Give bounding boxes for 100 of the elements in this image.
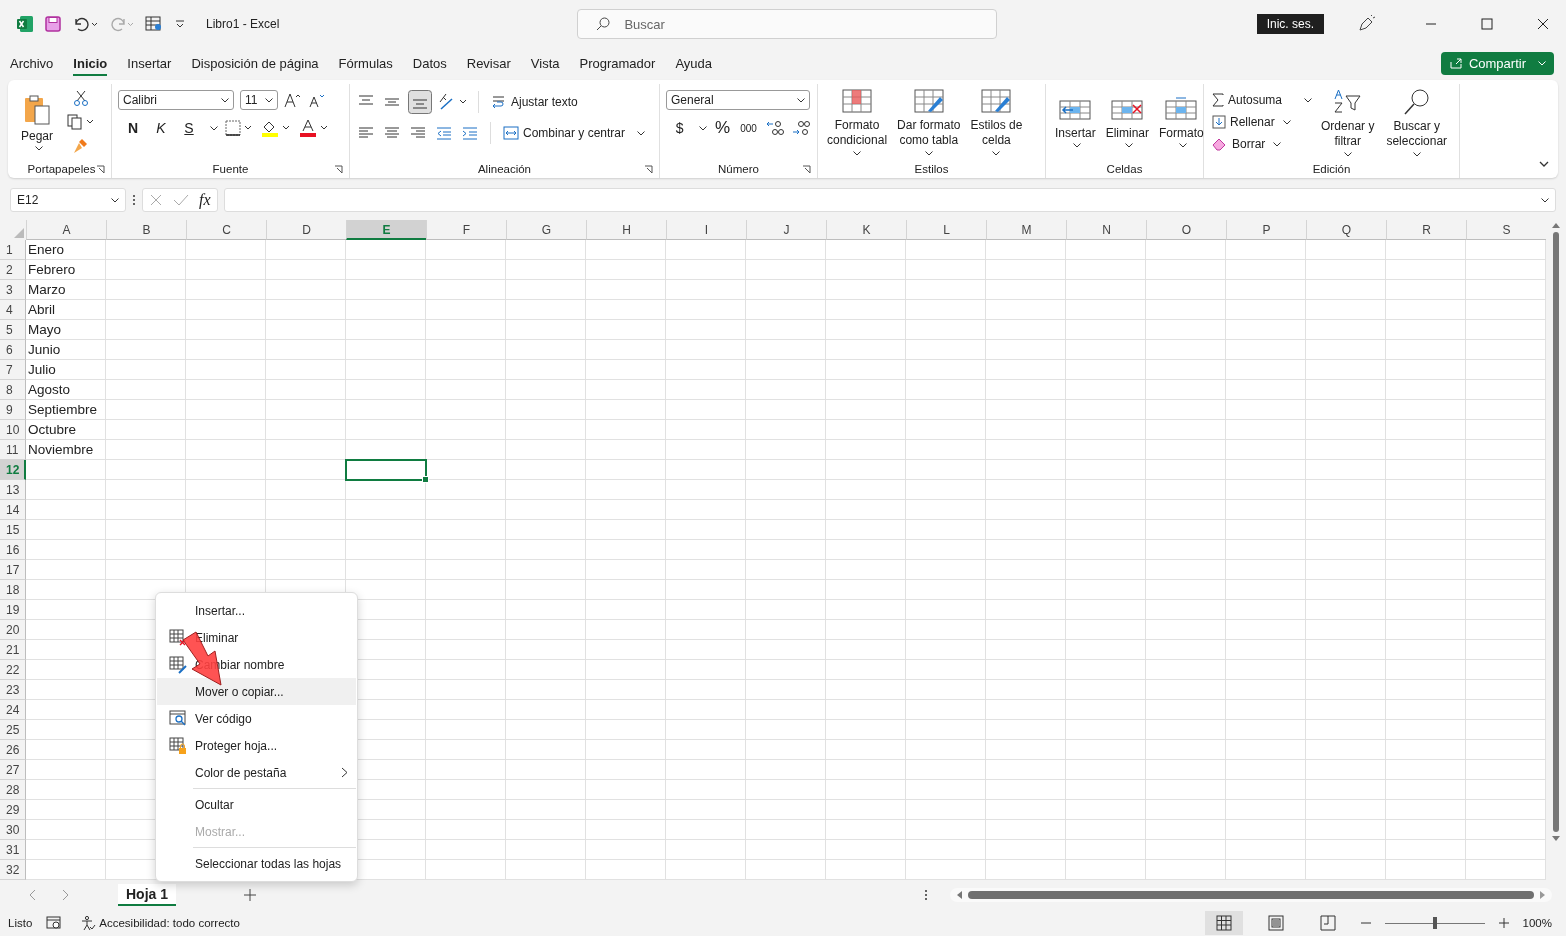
scrollbar-thumb[interactable] [968, 891, 1534, 899]
caret-icon[interactable] [992, 150, 1001, 156]
row-header[interactable]: 29 [0, 800, 26, 820]
align-bottom-icon[interactable] [408, 90, 432, 114]
menu-item[interactable]: Ver código [157, 705, 356, 732]
cells-button[interactable]: Insertar [1052, 94, 1099, 150]
italic-button[interactable]: K [150, 120, 172, 136]
ribbon-tab[interactable]: Vista [520, 51, 570, 75]
zoom-in-icon[interactable] [1498, 918, 1509, 928]
column-header[interactable]: O [1146, 220, 1226, 240]
orientation-icon[interactable] [438, 92, 468, 112]
ribbon-tab[interactable]: Inicio [63, 51, 118, 75]
caret-icon[interactable] [1179, 142, 1188, 148]
ribbon-tab[interactable]: Programador [569, 51, 666, 75]
row-header[interactable]: 26 [0, 740, 26, 760]
caret-icon[interactable] [1541, 197, 1549, 203]
more-options-icon[interactable] [132, 194, 136, 206]
ribbon-tab[interactable]: Revisar [456, 51, 521, 75]
caret-icon[interactable] [1073, 142, 1082, 148]
ribbon-tab[interactable]: Disposición de página [181, 51, 329, 75]
row-header[interactable]: 10 [0, 420, 26, 440]
caret-icon[interactable] [111, 197, 119, 203]
sign-in-button[interactable]: Inic. ses. [1256, 14, 1324, 34]
column-header[interactable]: K [826, 220, 906, 240]
bold-button[interactable]: N [122, 120, 144, 136]
column-header[interactable]: I [666, 220, 746, 240]
row-header[interactable]: 6 [0, 340, 26, 360]
sort-filter-button[interactable]: Ordenar y filtrar [1318, 85, 1378, 159]
row-header[interactable]: 19 [0, 600, 26, 620]
row-header[interactable]: 20 [0, 620, 26, 640]
cells-button[interactable]: Formato [1156, 94, 1207, 150]
font-family-dropdown[interactable]: Calibri [118, 90, 234, 110]
form-icon[interactable] [144, 15, 164, 33]
caret-icon[interactable] [210, 125, 218, 131]
column-header[interactable]: G [506, 220, 586, 240]
menu-item[interactable]: Proteger hoja... [157, 732, 356, 759]
caret-icon[interactable] [637, 130, 646, 136]
zoom-level[interactable]: 100% [1522, 917, 1552, 929]
cut-icon[interactable] [73, 89, 90, 107]
row-header[interactable]: 25 [0, 720, 26, 740]
row-header[interactable]: 28 [0, 780, 26, 800]
close-icon[interactable] [1536, 17, 1550, 31]
autosum-button[interactable]: Autosuma [1210, 91, 1285, 109]
dialog-launcher-icon[interactable] [644, 164, 653, 174]
merge-center-button[interactable]: Combinar y centrar [501, 123, 628, 143]
caret-icon[interactable] [35, 145, 43, 151]
column-header[interactable]: H [586, 220, 666, 240]
currency-button[interactable]: $ [670, 120, 690, 136]
caret-icon[interactable] [1412, 151, 1421, 157]
share-button[interactable]: Compartir [1440, 51, 1554, 75]
ribbon-tab[interactable]: Datos [402, 51, 457, 75]
accessibility-status[interactable]: Accesibilidad: todo correcto [80, 915, 240, 931]
column-header[interactable]: R [1386, 220, 1466, 240]
font-size-dropdown[interactable]: 11 [240, 90, 278, 110]
row-header[interactable]: 14 [0, 500, 26, 520]
row-header[interactable]: 1 [0, 240, 26, 260]
styles-button[interactable]: Formato condicional [824, 86, 891, 158]
dialog-launcher-icon[interactable] [96, 164, 105, 174]
row-header[interactable]: 21 [0, 640, 26, 660]
scroll-left-icon[interactable] [956, 891, 962, 899]
find-select-button[interactable]: Buscar y seleccionar [1383, 85, 1451, 159]
column-header[interactable]: J [746, 220, 826, 240]
row-header[interactable]: 17 [0, 560, 26, 580]
row-header[interactable]: 30 [0, 820, 26, 840]
row-header[interactable]: 27 [0, 760, 26, 780]
column-header[interactable]: P [1226, 220, 1306, 240]
underline-button[interactable]: S [178, 120, 200, 136]
caret-icon[interactable] [1304, 97, 1313, 103]
row-header[interactable]: 2 [0, 260, 26, 280]
increase-font-icon[interactable] [284, 92, 302, 108]
menu-item[interactable]: Color de pestaña [157, 759, 356, 786]
scroll-up-icon[interactable] [1552, 222, 1560, 228]
caret-icon[interactable] [1125, 142, 1134, 148]
ribbon-tab[interactable]: Ayuda [665, 51, 722, 75]
column-header[interactable]: N [1066, 220, 1146, 240]
scrollbar-thumb[interactable] [1553, 232, 1559, 832]
scroll-right-icon[interactable] [1540, 891, 1546, 899]
undo-icon[interactable] [72, 15, 98, 33]
row-header[interactable]: 31 [0, 840, 26, 860]
more-options-icon[interactable] [924, 889, 928, 901]
number-format-dropdown[interactable]: General [666, 90, 810, 110]
formula-input[interactable] [223, 188, 1556, 212]
row-header[interactable]: 9 [0, 400, 26, 420]
dialog-launcher-icon[interactable] [802, 164, 811, 174]
column-header[interactable]: F [426, 220, 506, 240]
decrease-font-icon[interactable] [308, 92, 326, 108]
column-header[interactable]: D [266, 220, 346, 240]
macro-recording-icon[interactable] [46, 916, 63, 930]
column-header[interactable]: M [986, 220, 1066, 240]
row-header[interactable]: 4 [0, 300, 26, 320]
row-header[interactable]: 22 [0, 660, 26, 680]
caret-icon[interactable] [924, 150, 933, 156]
styles-button[interactable]: Estilos de celda [967, 86, 1026, 158]
row-header[interactable]: 23 [0, 680, 26, 700]
pen-icon[interactable] [1356, 14, 1376, 34]
ribbon-tab[interactable]: Archivo [0, 51, 64, 75]
styles-button[interactable]: Dar formato como tabla [894, 86, 964, 158]
caret-icon[interactable] [797, 97, 805, 103]
decrease-decimal-icon[interactable] [791, 119, 811, 137]
clear-button[interactable]: Borrar [1210, 135, 1284, 153]
